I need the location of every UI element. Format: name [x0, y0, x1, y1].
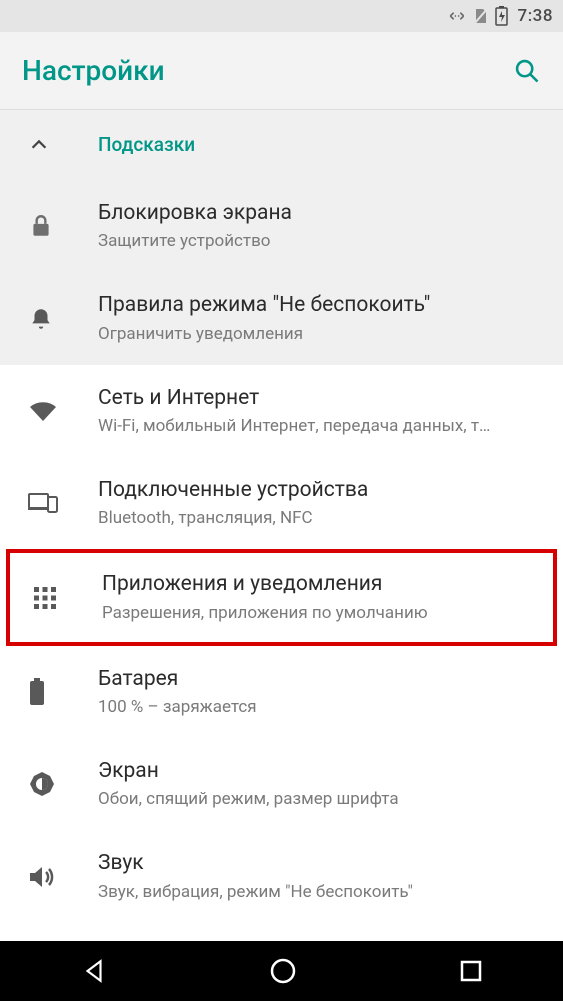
item-subtitle: Защитите устройство [98, 230, 541, 252]
devices-icon [28, 492, 58, 514]
item-title: Сеть и Интернет [98, 385, 541, 411]
nav-home-button[interactable] [268, 956, 298, 986]
item-subtitle: Wi-Fi, мобильный Интернет, передача данн… [98, 415, 541, 437]
bell-icon [28, 306, 54, 332]
settings-item-connected-devices[interactable]: Подключенные устройства Bluetooth, транс… [0, 457, 563, 549]
status-time: 7:38 [518, 6, 553, 26]
settings-item-display[interactable]: Экран Обои, спящий режим, размер шрифта [0, 738, 563, 830]
battery-icon [28, 677, 46, 707]
item-subtitle: Звук, вибрация, режим "Не беспокоить" [98, 881, 541, 903]
lock-icon [28, 213, 54, 239]
volume-icon [28, 864, 56, 890]
tip-lock-screen[interactable]: Блокировка экрана Защитите устройство [0, 180, 563, 272]
wifi-icon [28, 399, 58, 423]
settings-item-battery[interactable]: Батарея 100 % – заряжается [0, 646, 563, 738]
item-subtitle: Ограничить уведомления [98, 323, 541, 345]
item-title: Блокировка экрана [98, 200, 541, 226]
tips-section: Подсказки Блокировка экрана Защитите уст… [0, 110, 563, 365]
status-bar: 7:38 [0, 0, 563, 32]
ethernet-icon [447, 9, 467, 23]
tips-header-label: Подсказки [98, 133, 541, 157]
item-title: Экран [98, 758, 541, 784]
search-button[interactable] [513, 57, 541, 85]
apps-grid-icon [32, 585, 58, 611]
nav-recent-button[interactable] [459, 959, 483, 983]
battery-charging-icon [495, 6, 508, 26]
tip-dnd-rules[interactable]: Правила режима "Не беспокоить" Ограничит… [0, 272, 563, 364]
settings-item-apps-notifications[interactable]: Приложения и уведомления Разрешения, при… [6, 549, 557, 645]
settings-item-sound[interactable]: Звук Звук, вибрация, режим "Не беспокоит… [0, 830, 563, 910]
nav-back-button[interactable] [81, 958, 107, 984]
brightness-icon [28, 770, 56, 798]
no-sim-icon [473, 7, 489, 25]
item-subtitle: Bluetooth, трансляция, NFC [98, 507, 541, 529]
chevron-up-icon [28, 134, 50, 156]
item-title: Приложения и уведомления [102, 571, 537, 597]
navigation-bar [0, 941, 563, 1001]
item-subtitle: 100 % – заряжается [98, 696, 541, 718]
settings-list: Подсказки Блокировка экрана Защитите уст… [0, 110, 563, 911]
item-title: Правила режима "Не беспокоить" [98, 292, 541, 318]
tips-header[interactable]: Подсказки [0, 110, 563, 180]
item-subtitle: Обои, спящий режим, размер шрифта [98, 788, 541, 810]
item-subtitle: Разрешения, приложения по умолчанию [102, 602, 537, 624]
page-title: Настройки [22, 54, 165, 87]
settings-item-network[interactable]: Сеть и Интернет Wi-Fi, мобильный Интерне… [0, 365, 563, 457]
item-title: Батарея [98, 666, 541, 692]
app-bar: Настройки [0, 32, 563, 110]
item-title: Звук [98, 850, 541, 876]
item-title: Подключенные устройства [98, 477, 541, 503]
